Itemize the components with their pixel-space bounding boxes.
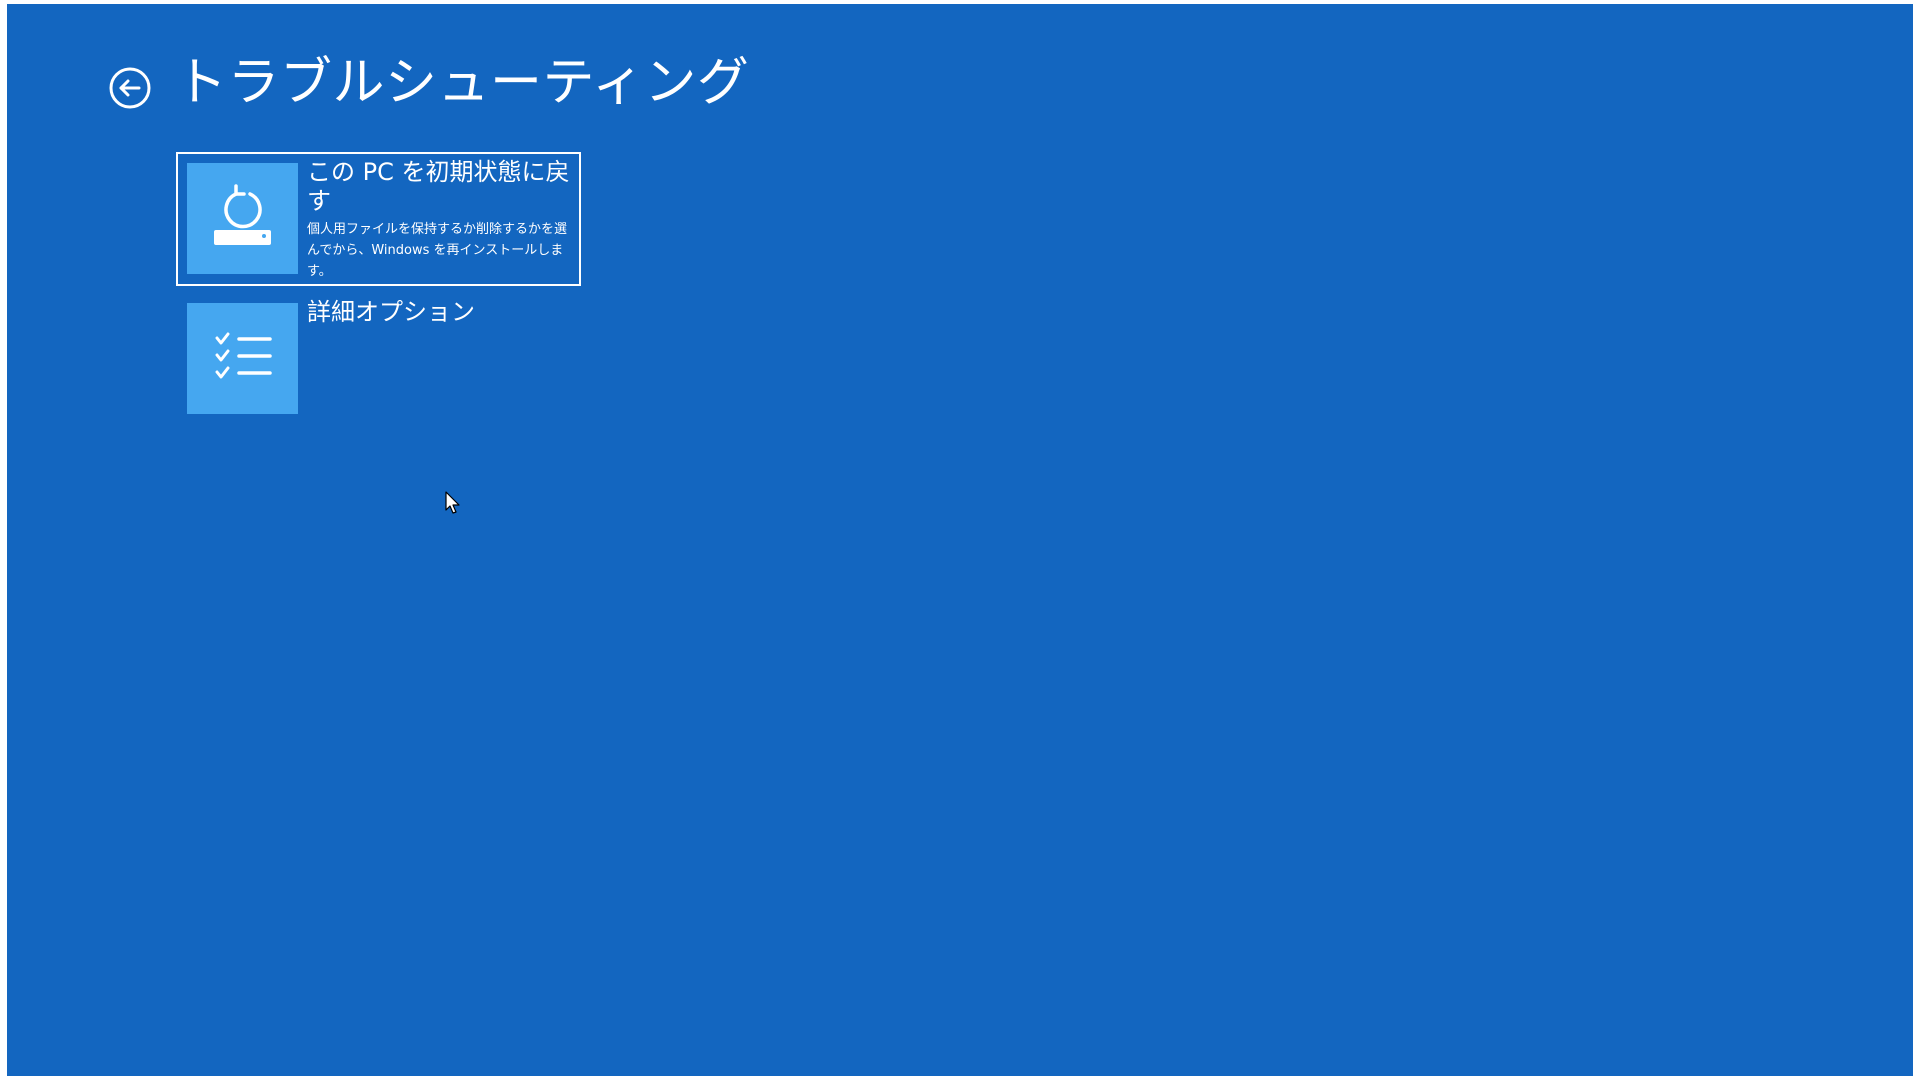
reset-pc-option[interactable]: この PC を初期状態に戻す 個人用ファイルを保持するか削除するかを選んでから、…: [176, 152, 581, 286]
back-button[interactable]: [107, 65, 153, 111]
advanced-options-title: 詳細オプション: [307, 298, 475, 326]
reset-pc-icon: [214, 184, 271, 245]
back-arrow-circle-icon: [109, 67, 151, 109]
recovery-screen: トラブルシューティング この PC を初期状態に戻す 個人用ファイルを保持するか…: [7, 4, 1913, 1076]
checklist-icon: [215, 332, 272, 379]
page-title: トラブルシューティング: [175, 53, 750, 113]
reset-pc-description: 個人用ファイルを保持するか削除するかを選んでから、Windows を再インストー…: [307, 222, 568, 279]
mouse-pointer-icon: [445, 491, 461, 515]
advanced-options-tile: [187, 303, 298, 414]
reset-pc-title: この PC を初期状態に戻す: [307, 158, 570, 215]
advanced-options-option[interactable]: 詳細オプション: [176, 292, 581, 426]
reset-pc-tile: [187, 163, 298, 274]
